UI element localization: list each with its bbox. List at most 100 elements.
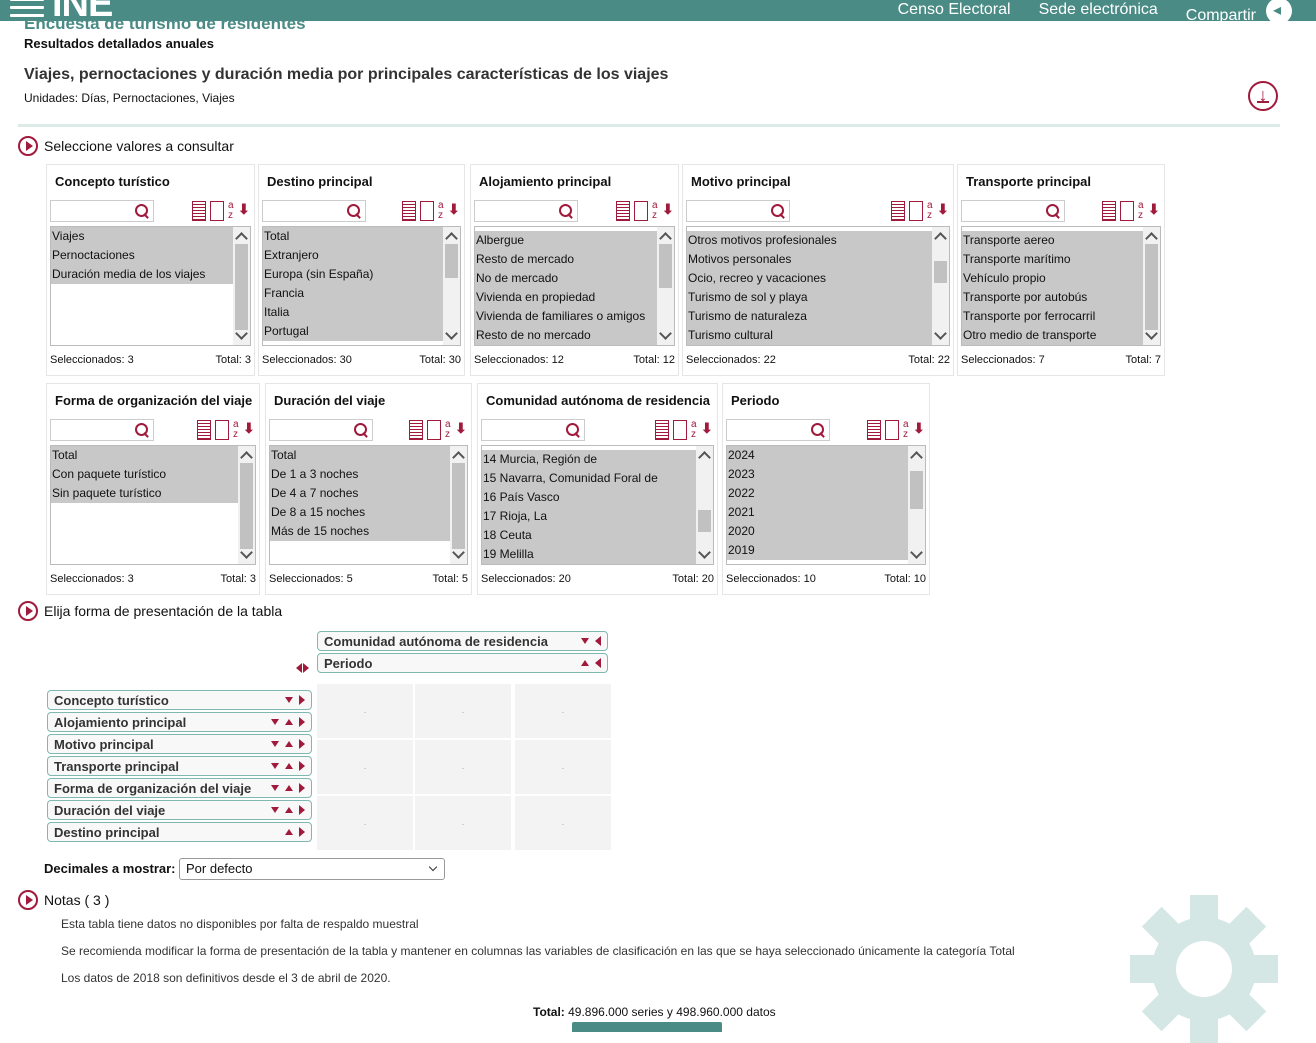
deselect-all-icon[interactable] bbox=[420, 201, 434, 221]
list-item[interactable]: Otros motivos profesionales bbox=[687, 231, 932, 250]
select-all-icon[interactable] bbox=[402, 201, 416, 221]
list-item[interactable]: Total bbox=[263, 227, 443, 246]
notes-header[interactable]: Notas ( 3 ) bbox=[18, 890, 109, 910]
options-listbox[interactable]: Viajes Pernoctaciones Duración media de lo… bbox=[50, 226, 251, 346]
list-item[interactable]: Resto de no mercado bbox=[475, 326, 657, 345]
search-icon[interactable] bbox=[771, 204, 785, 218]
list-item[interactable]: 2021 bbox=[727, 503, 908, 522]
deselect-all-icon[interactable] bbox=[215, 420, 229, 440]
move-down-icon[interactable] bbox=[271, 719, 279, 725]
scroll-down-icon[interactable] bbox=[450, 546, 467, 564]
scrollbar-thumb[interactable] bbox=[445, 244, 458, 278]
options-listbox[interactable]: Total Con paquete turístico Sin paquete tu… bbox=[50, 445, 256, 565]
list-item[interactable]: Total bbox=[51, 446, 238, 465]
move-right-icon[interactable] bbox=[299, 805, 305, 815]
deselect-all-icon[interactable] bbox=[909, 201, 923, 221]
sort-az-icon[interactable]: a z ⬇ bbox=[903, 420, 925, 442]
search-field[interactable] bbox=[53, 421, 133, 439]
row-dimension[interactable]: Transporte principal bbox=[47, 756, 312, 776]
search-field[interactable] bbox=[272, 421, 352, 439]
censo-electoral-link[interactable]: Censo Electoral bbox=[898, 1, 1011, 19]
list-item[interactable]: Con paquete turístico bbox=[51, 465, 238, 484]
sort-az-icon[interactable]: a z ⬇ bbox=[927, 201, 949, 223]
move-up-icon[interactable] bbox=[581, 660, 589, 666]
list-item[interactable]: Ocio, recreo y vacaciones bbox=[687, 269, 932, 288]
scrollbar[interactable] bbox=[443, 227, 460, 345]
list-item[interactable]: 2023 bbox=[727, 465, 908, 484]
list-item[interactable]: De 4 a 7 noches bbox=[270, 484, 450, 503]
list-item[interactable]: No de mercado bbox=[475, 269, 657, 288]
move-down-icon[interactable] bbox=[271, 741, 279, 747]
list-item[interactable]: 19 Melilla bbox=[482, 545, 696, 564]
deselect-all-icon[interactable] bbox=[885, 420, 899, 440]
select-all-icon[interactable] bbox=[409, 420, 423, 440]
deselect-all-icon[interactable] bbox=[673, 420, 687, 440]
list-item[interactable]: Vivienda de familiares o amigos bbox=[475, 307, 657, 326]
scroll-down-icon[interactable] bbox=[443, 327, 460, 345]
list-item[interactable]: Resto de mercado bbox=[475, 250, 657, 269]
list-item[interactable]: De 8 a 15 noches bbox=[270, 503, 450, 522]
search-icon[interactable] bbox=[559, 204, 573, 218]
select-all-icon[interactable] bbox=[891, 201, 905, 221]
scroll-down-icon[interactable] bbox=[696, 546, 713, 564]
options-listbox[interactable]: Otros motivos profesionales Motivos perso… bbox=[686, 226, 950, 346]
scrollbar[interactable] bbox=[233, 227, 250, 345]
move-right-icon[interactable] bbox=[299, 695, 305, 705]
search-input[interactable] bbox=[262, 200, 366, 222]
select-all-icon[interactable] bbox=[655, 420, 669, 440]
list-item[interactable]: De 1 a 3 noches bbox=[270, 465, 450, 484]
move-down-icon[interactable] bbox=[271, 763, 279, 769]
list-item[interactable]: Pernoctaciones bbox=[51, 246, 233, 265]
list-item[interactable]: Turismo de sol y playa bbox=[687, 288, 932, 307]
options-listbox[interactable]: Albergue Resto de mercado No de mercado Viv… bbox=[474, 226, 675, 346]
move-up-icon[interactable] bbox=[285, 719, 293, 725]
scroll-down-icon[interactable] bbox=[657, 327, 674, 345]
move-up-icon[interactable] bbox=[285, 785, 293, 791]
move-right-icon[interactable] bbox=[299, 717, 305, 727]
select-all-icon[interactable] bbox=[197, 420, 211, 440]
deselect-all-icon[interactable] bbox=[634, 201, 648, 221]
list-item[interactable]: Francia bbox=[263, 284, 443, 303]
scroll-up-icon[interactable] bbox=[238, 446, 255, 464]
search-icon[interactable] bbox=[135, 204, 149, 218]
scrollbar-thumb[interactable] bbox=[698, 510, 711, 532]
options-listbox[interactable]: Transporte aereo Transporte marítimo Vehíc… bbox=[961, 226, 1161, 346]
search-input[interactable] bbox=[481, 419, 585, 441]
move-down-icon[interactable] bbox=[581, 638, 589, 644]
column-dimension[interactable]: Comunidad autónoma de residencia bbox=[317, 631, 608, 651]
scroll-up-icon[interactable] bbox=[696, 446, 713, 464]
list-item[interactable]: Transporte marítimo bbox=[962, 250, 1143, 269]
expand-arrow-icon[interactable] bbox=[18, 890, 38, 910]
list-item[interactable]: Italia bbox=[263, 303, 443, 322]
sort-az-icon[interactable]: a z ⬇ bbox=[691, 420, 713, 442]
sort-az-icon[interactable]: a z ⬇ bbox=[652, 201, 674, 223]
scrollbar[interactable] bbox=[908, 446, 925, 564]
search-input[interactable] bbox=[686, 200, 790, 222]
list-item[interactable]: Sin paquete turístico bbox=[51, 484, 238, 503]
list-item[interactable]: Vehículo propio bbox=[962, 269, 1143, 288]
list-item[interactable]: 2022 bbox=[727, 484, 908, 503]
row-dimension[interactable]: Motivo principal bbox=[47, 734, 312, 754]
list-item[interactable]: 18 Ceuta bbox=[482, 526, 696, 545]
search-icon[interactable] bbox=[354, 423, 368, 437]
move-up-icon[interactable] bbox=[285, 807, 293, 813]
scroll-up-icon[interactable] bbox=[443, 227, 460, 245]
options-listbox[interactable]: Total Extranjero Europa (sin España) Franci… bbox=[262, 226, 461, 346]
scrollbar[interactable] bbox=[657, 227, 674, 345]
expand-arrow-icon[interactable] bbox=[18, 601, 38, 621]
select-all-icon[interactable] bbox=[1102, 201, 1116, 221]
scrollbar-thumb[interactable] bbox=[934, 261, 947, 283]
section-select-header[interactable]: Seleccione valores a consultar bbox=[18, 136, 234, 156]
sort-az-icon[interactable]: a z ⬇ bbox=[1138, 201, 1160, 223]
scrollbar[interactable] bbox=[450, 446, 467, 564]
select-all-icon[interactable] bbox=[192, 201, 206, 221]
deselect-all-icon[interactable] bbox=[210, 201, 224, 221]
scrollbar-thumb[interactable] bbox=[240, 463, 253, 549]
compartir-link[interactable]: Compartir bbox=[1186, 0, 1292, 21]
list-item[interactable]: 14 Murcia, Región de bbox=[482, 450, 696, 469]
list-item[interactable]: Transporte por autobús bbox=[962, 288, 1143, 307]
row-dimension[interactable]: Destino principal bbox=[47, 822, 312, 842]
scroll-down-icon[interactable] bbox=[1143, 327, 1160, 345]
search-input[interactable] bbox=[961, 200, 1065, 222]
search-field[interactable] bbox=[964, 202, 1044, 220]
